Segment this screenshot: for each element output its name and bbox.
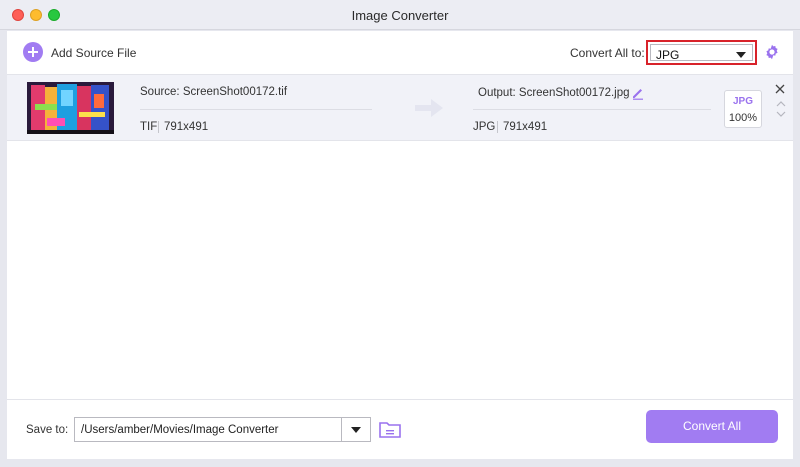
- add-source-file-icon[interactable]: [23, 42, 43, 62]
- add-source-file-button[interactable]: Add Source File: [51, 46, 136, 60]
- app-window: Image Converter Add Source File Convert …: [0, 0, 800, 467]
- chevron-down-icon: [351, 427, 361, 433]
- output-format-card[interactable]: JPG 100%: [724, 90, 762, 128]
- main-panel: Add Source File Convert All to: JPG Sour…: [7, 31, 793, 459]
- format-select-frame: JPG: [650, 44, 753, 62]
- convert-all-to-label: Convert All to:: [570, 46, 645, 60]
- save-to-label: Save to:: [26, 424, 69, 436]
- save-path-dropdown-button[interactable]: [341, 417, 371, 442]
- output-quality: 100%: [728, 112, 758, 124]
- convert-all-button[interactable]: Convert All: [646, 410, 778, 443]
- save-path-value: /Users/amber/Movies/Image Converter: [81, 424, 279, 436]
- format-select-value: JPG: [656, 48, 680, 62]
- source-file-name: Source: ScreenShot00172.tif: [140, 86, 288, 98]
- file-list-item[interactable]: Source: ScreenShot00172.tif TIF 791x491 …: [7, 74, 793, 141]
- title-bar: Image Converter: [0, 0, 800, 30]
- footer-bar: Save to: /Users/amber/Movies/Image Conve…: [7, 399, 793, 459]
- chevron-down-icon: [736, 52, 746, 58]
- chevron-down-icon[interactable]: [776, 111, 786, 118]
- save-path-field[interactable]: /Users/amber/Movies/Image Converter: [74, 417, 371, 442]
- output-separator: [497, 121, 498, 133]
- window-title: Image Converter: [351, 8, 449, 23]
- output-format-card-label: JPG: [732, 96, 753, 107]
- source-separator: [158, 121, 159, 133]
- source-divider: [140, 109, 372, 110]
- source-format: TIF: [140, 121, 158, 133]
- output-format: JPG: [473, 121, 496, 133]
- image-thumbnail: [27, 82, 114, 134]
- output-file-name: Output: ScreenShot00172.jpg: [478, 87, 630, 99]
- toolbar: Add Source File Convert All to: JPG: [7, 31, 793, 73]
- chevron-up-icon[interactable]: [776, 100, 786, 107]
- convert-all-format-select[interactable]: JPG: [646, 40, 757, 65]
- pencil-icon[interactable]: [631, 86, 645, 100]
- source-dimensions: 791x491: [164, 121, 209, 133]
- output-divider: [473, 109, 711, 110]
- arrow-right-icon: [415, 99, 443, 117]
- output-dimensions: 791x491: [503, 121, 548, 133]
- folder-icon[interactable]: [379, 420, 401, 438]
- gear-icon[interactable]: [764, 44, 780, 60]
- close-icon[interactable]: [775, 84, 785, 94]
